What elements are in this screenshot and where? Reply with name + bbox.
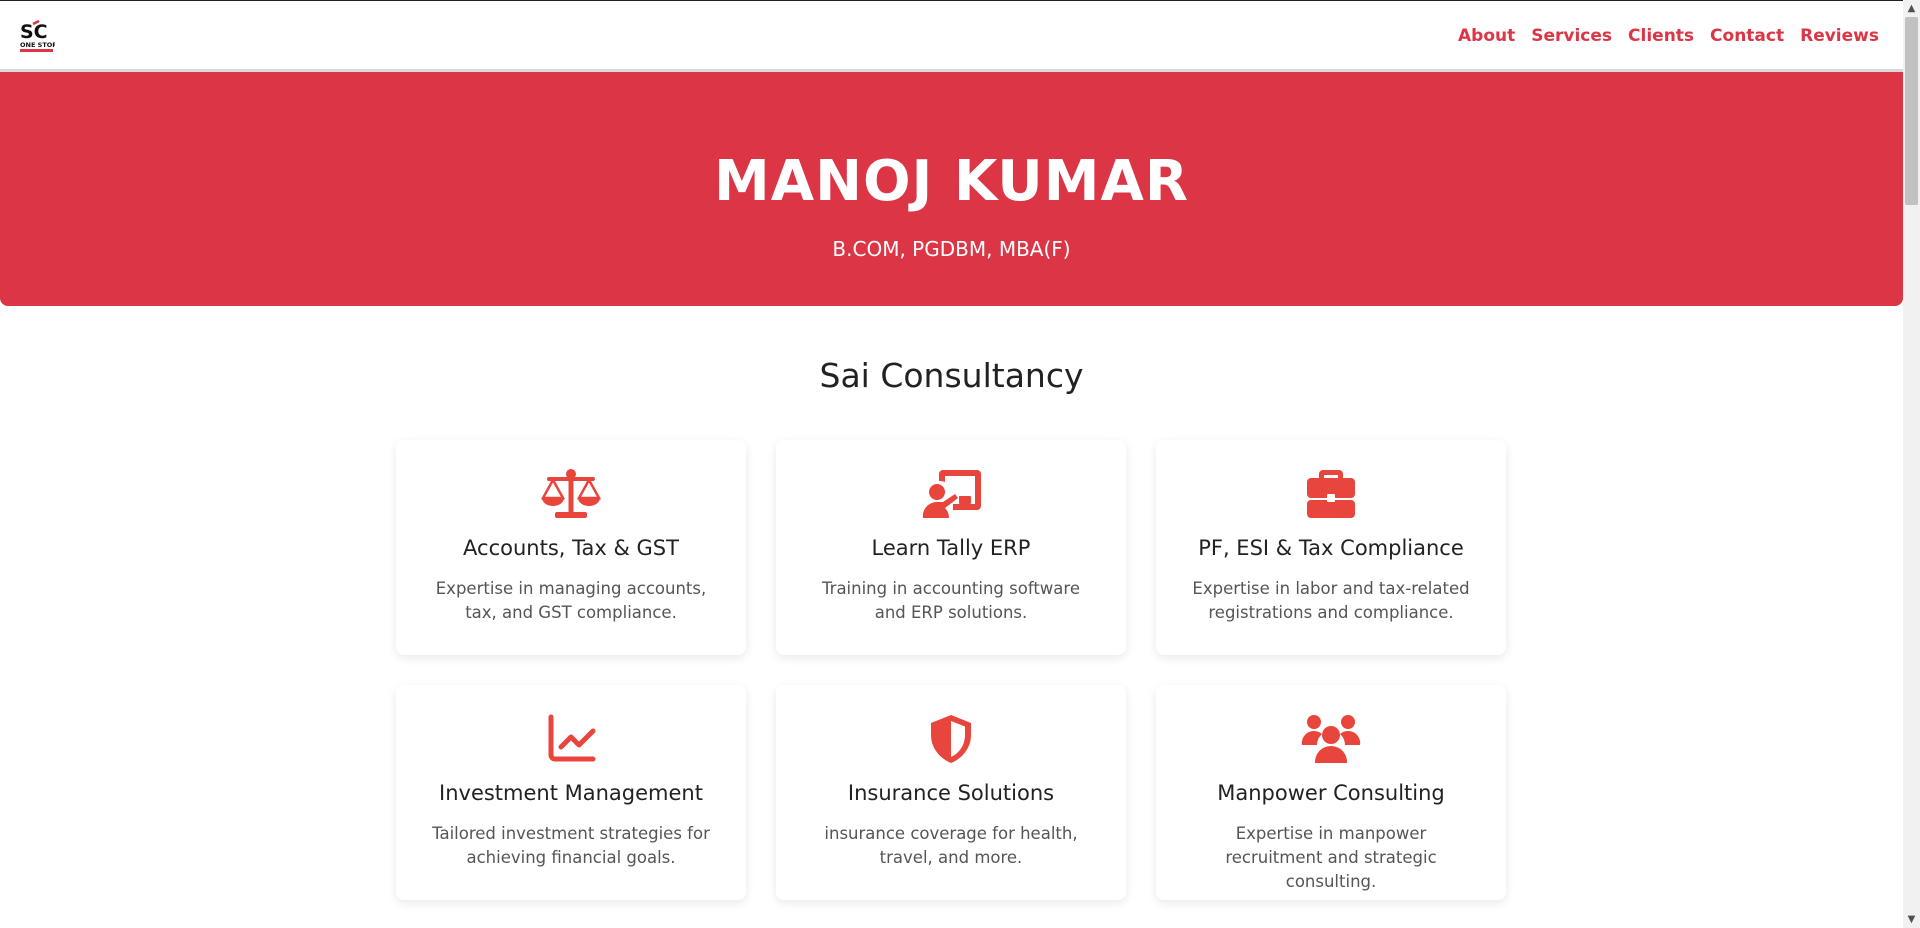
nav-link-clients[interactable]: Clients — [1628, 26, 1694, 46]
service-description: Expertise in manpower recruitment and st… — [1225, 824, 1437, 892]
service-title: PF, ESI & Tax Compliance — [1198, 536, 1464, 560]
service-title: Manpower Consulting — [1217, 781, 1445, 805]
scroll-down-arrow-icon[interactable]: ▼ — [1903, 911, 1920, 928]
nav-link-about[interactable]: About — [1458, 26, 1515, 46]
site-logo[interactable]: SC ONE STOP — [19, 18, 57, 54]
service-card: Insurance Solutions insurance coverage f… — [776, 685, 1126, 900]
hero-qualifications: B.COM, PGDBM, MBA(F) — [832, 237, 1071, 261]
service-title: Insurance Solutions — [847, 781, 1055, 805]
chart-line-icon — [548, 714, 596, 762]
scrollbar-thumb[interactable] — [1905, 17, 1918, 205]
svg-text:ONE STOP: ONE STOP — [20, 41, 55, 49]
service-title: Investment Management — [439, 781, 703, 805]
service-description: insurance coverage for health, travel, a… — [824, 824, 1078, 868]
service-title: Learn Tally ERP — [871, 536, 1031, 560]
scale-balance-icon — [541, 469, 601, 518]
service-description: Expertise in labor and tax-related regis… — [1192, 579, 1470, 623]
service-card: Manpower Consulting Expertise in manpowe… — [1156, 685, 1506, 900]
service-card: Accounts, Tax & GST Expertise in managin… — [396, 440, 746, 655]
vertical-scrollbar[interactable]: ▲ ▼ — [1903, 0, 1920, 928]
service-card: Learn Tally ERP Training in accounting s… — [776, 440, 1126, 655]
nav-link-services[interactable]: Services — [1531, 26, 1612, 46]
services-grid: Accounts, Tax & GST Expertise in managin… — [396, 440, 1508, 900]
service-description: Expertise in managing accounts, tax, and… — [435, 579, 707, 623]
service-card: PF, ESI & Tax Compliance Expertise in la… — [1156, 440, 1506, 655]
service-description: Training in accounting software and ERP … — [822, 579, 1080, 623]
service-title: Accounts, Tax & GST — [463, 536, 679, 560]
hero-name: MANOJ KUMAR — [714, 149, 1189, 214]
nav-link-reviews[interactable]: Reviews — [1800, 26, 1879, 46]
nav-links: About Services Clients Contact Reviews — [1458, 1, 1879, 70]
section-title: Sai Consultancy — [819, 356, 1084, 395]
nav-link-contact[interactable]: Contact — [1710, 26, 1784, 46]
service-card: Investment Management Tailored investmen… — [396, 685, 746, 900]
page: SC ONE STOP About Services Clients Conta… — [0, 0, 1903, 928]
service-description: Tailored investment strategies for achie… — [432, 824, 710, 868]
hero-banner: MANOJ KUMAR B.COM, PGDBM, MBA(F) — [0, 72, 1903, 306]
briefcase-icon — [1307, 470, 1355, 518]
navbar: SC ONE STOP About Services Clients Conta… — [0, 0, 1903, 72]
users-icon — [1301, 715, 1361, 763]
chalkboard-teacher-icon — [922, 470, 981, 518]
shield-icon — [931, 715, 971, 763]
scroll-up-arrow-icon[interactable]: ▲ — [1903, 0, 1920, 17]
